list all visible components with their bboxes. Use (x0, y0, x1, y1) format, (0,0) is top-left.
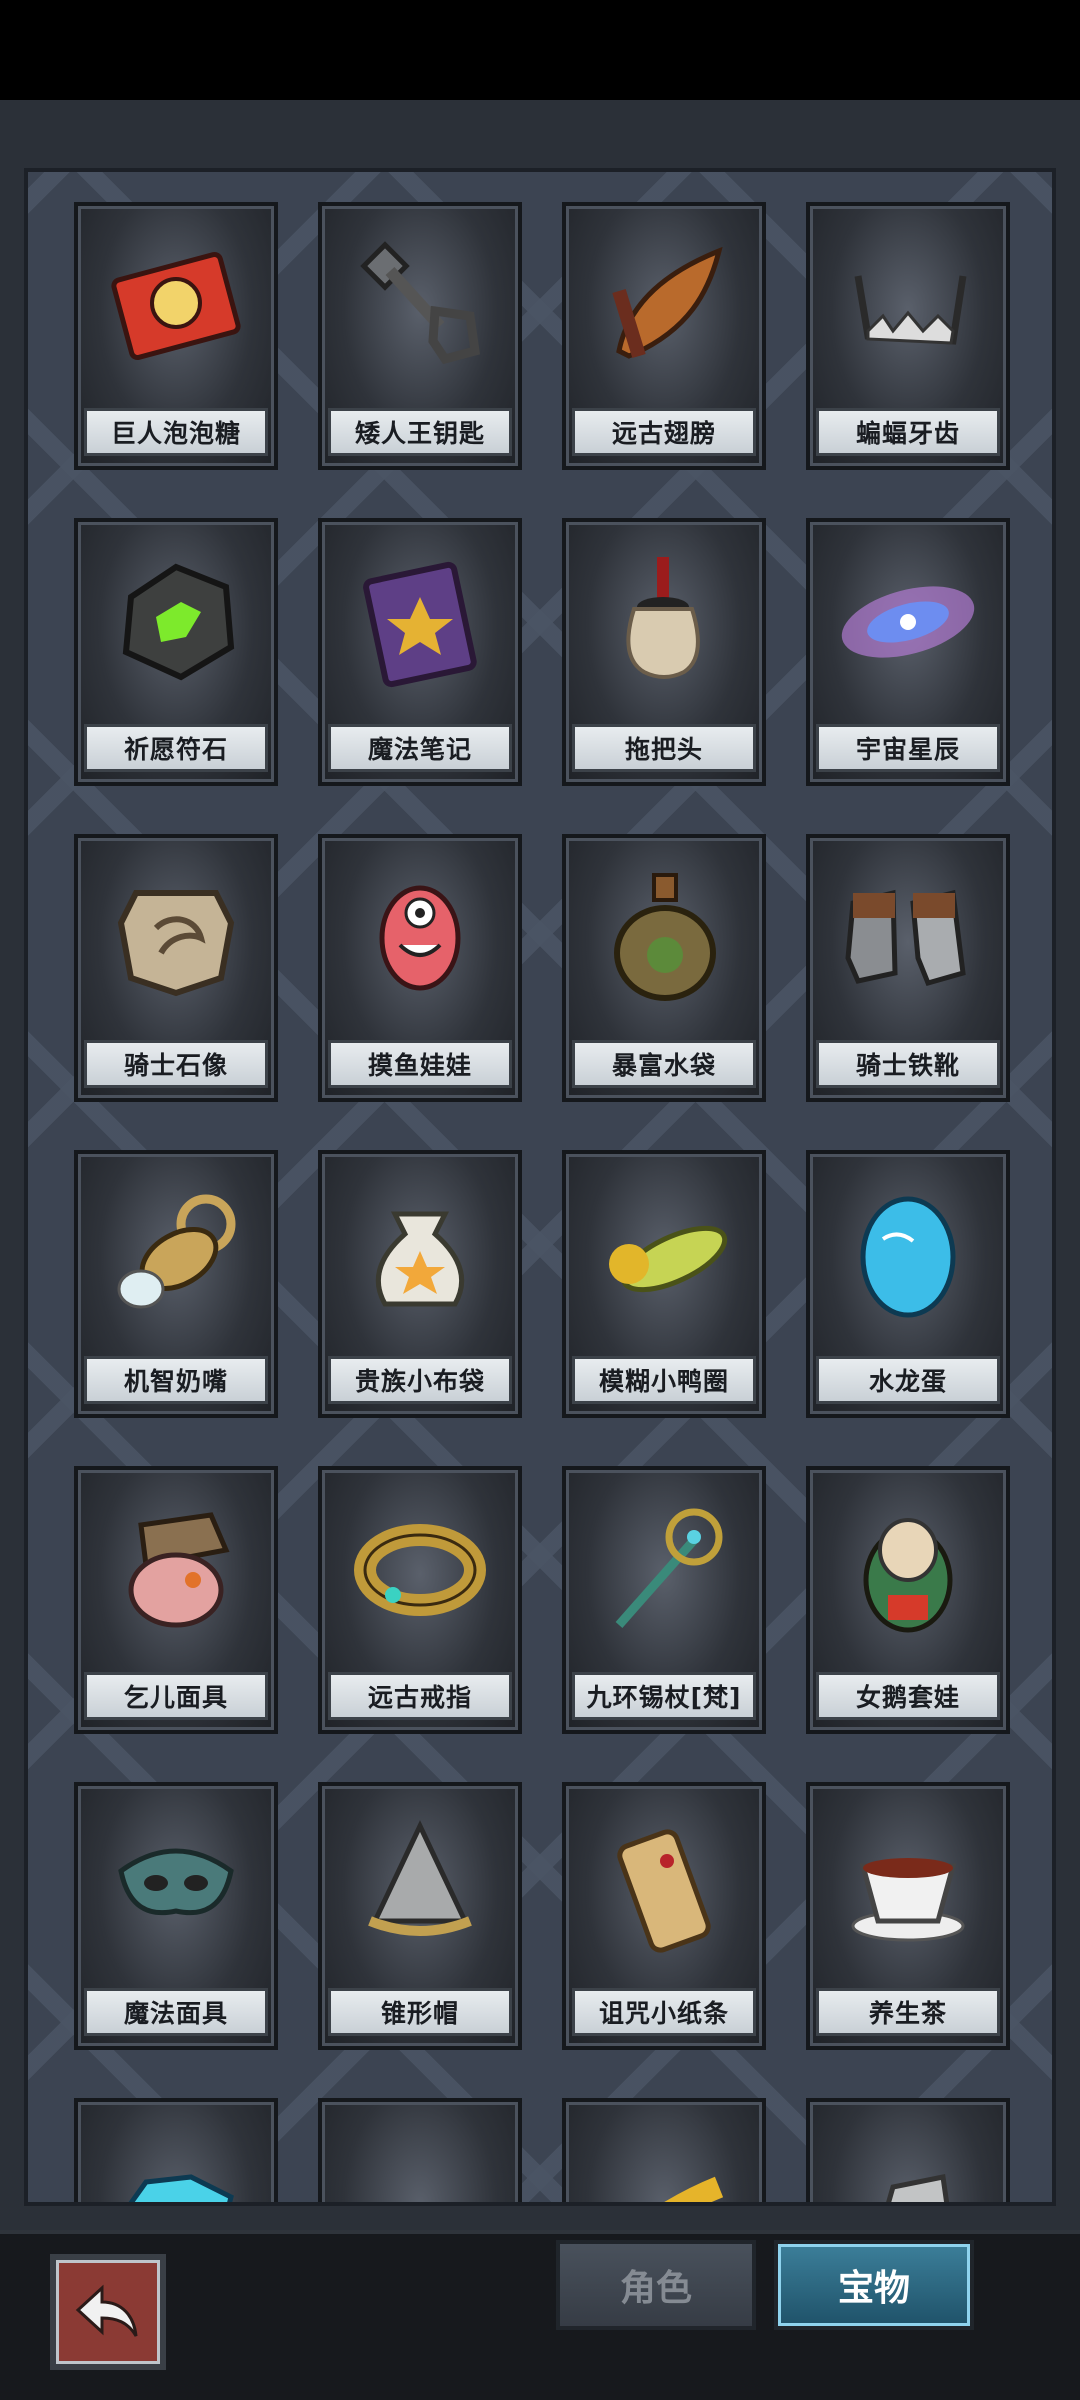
bat-teeth-icon (810, 206, 1006, 406)
treasure-card[interactable]: 机智奶嘴 (74, 1150, 278, 1418)
yellow-item-icon (566, 2102, 762, 2202)
knight-stone-icon (78, 838, 274, 1038)
treasure-name: 锥形帽 (328, 1988, 512, 2036)
water-flask-icon (566, 838, 762, 1038)
treasure-card[interactable]: 骑士石像 (74, 834, 278, 1102)
iron-boots-icon (810, 838, 1006, 1038)
treasure-card[interactable]: 骑士铁靴 (806, 834, 1010, 1102)
ancient-wing-icon (566, 206, 762, 406)
treasure-name: 巨人泡泡糖 (84, 408, 268, 456)
treasure-card[interactable]: 远古戒指 (318, 1466, 522, 1734)
treasure-card[interactable]: 贵族小布袋 (318, 1150, 522, 1418)
pacifier-icon (78, 1154, 274, 1354)
tea-cup-icon (810, 1786, 1006, 1986)
treasure-name: 暴富水袋 (572, 1040, 756, 1088)
duck-ring-icon (566, 1154, 762, 1354)
cloth-bag-icon (322, 1154, 518, 1354)
treasure-card[interactable] (562, 2098, 766, 2202)
treasure-panel[interactable]: 巨人泡泡糖 矮人王钥匙 远古翅膀 蝙蝠牙齿祈愿符石 魔法笔记 拖把头 宇宙星辰骑士石像 摸鱼娃… (24, 168, 1056, 2206)
cursed-scroll-icon (566, 1786, 762, 1986)
treasure-name: 骑士石像 (84, 1040, 268, 1088)
treasure-card[interactable]: 魔法笔记 (318, 518, 522, 786)
treasure-card[interactable]: 模糊小鸭圈 (562, 1150, 766, 1418)
treasure-card[interactable] (74, 2098, 278, 2202)
blue-crystal-icon (78, 2102, 274, 2202)
treasure-name: 骑士铁靴 (816, 1040, 1000, 1088)
treasure-name: 矮人王钥匙 (328, 408, 512, 456)
treasure-card[interactable]: 宇宙星辰 (806, 518, 1010, 786)
back-arrow-icon (75, 2284, 138, 2337)
treasure-card[interactable]: 矮人王钥匙 (318, 202, 522, 470)
treasure-card[interactable]: 暴富水袋 (562, 834, 766, 1102)
treasure-card[interactable]: 远古翅膀 (562, 202, 766, 470)
treasure-name: 魔法面具 (84, 1988, 268, 2036)
magic-mask-icon (78, 1786, 274, 1986)
mop-head-icon (566, 522, 762, 722)
status-bar (0, 0, 1080, 100)
treasure-name: 远古戒指 (328, 1672, 512, 1720)
treasure-card[interactable]: 水龙蛋 (806, 1150, 1010, 1418)
tab-treasure[interactable]: 宝物 (774, 2240, 974, 2330)
ancient-ring-icon (322, 1470, 518, 1670)
treasure-name: 魔法笔记 (328, 724, 512, 772)
nesting-doll-icon (810, 1470, 1006, 1670)
treasure-name: 九环锡杖[梵] (572, 1672, 756, 1720)
treasure-card[interactable]: 蝙蝠牙齿 (806, 202, 1010, 470)
treasure-name: 女鹅套娃 (816, 1672, 1000, 1720)
wish-rune-stone-icon (78, 522, 274, 722)
treasure-card[interactable]: 摸鱼娃娃 (318, 834, 522, 1102)
treasure-card[interactable]: 九环锡杖[梵] (562, 1466, 766, 1734)
treasure-card[interactable]: 乞儿面具 (74, 1466, 278, 1734)
knit-hat-icon (322, 2102, 518, 2202)
treasure-name: 蝙蝠牙齿 (816, 408, 1000, 456)
treasure-name: 养生茶 (816, 1988, 1000, 2036)
silver-item-icon (810, 2102, 1006, 2202)
treasure-name: 机智奶嘴 (84, 1356, 268, 1404)
treasure-name: 宇宙星辰 (816, 724, 1000, 772)
treasure-name: 远古翅膀 (572, 408, 756, 456)
treasure-name: 拖把头 (572, 724, 756, 772)
back-button[interactable] (50, 2254, 166, 2370)
treasure-name: 诅咒小纸条 (572, 1988, 756, 2036)
staff-icon (566, 1470, 762, 1670)
treasure-name: 水龙蛋 (816, 1356, 1000, 1404)
treasure-name: 模糊小鸭圈 (572, 1356, 756, 1404)
treasure-card[interactable]: 养生茶 (806, 1782, 1010, 2050)
treasure-card[interactable]: 祈愿符石 (74, 518, 278, 786)
beggar-mask-icon (78, 1470, 274, 1670)
treasure-name: 贵族小布袋 (328, 1356, 512, 1404)
treasure-name: 祈愿符石 (84, 724, 268, 772)
treasure-card[interactable]: 巨人泡泡糖 (74, 202, 278, 470)
bubble-gum-box-icon (78, 206, 274, 406)
galaxy-icon (810, 522, 1006, 722)
treasure-card[interactable]: 拖把头 (562, 518, 766, 786)
cone-helmet-icon (322, 1786, 518, 1986)
dwarf-key-icon (322, 206, 518, 406)
treasure-card[interactable] (806, 2098, 1010, 2202)
tab-role[interactable]: 角色 (556, 2240, 756, 2330)
treasure-card[interactable]: 魔法面具 (74, 1782, 278, 2050)
treasure-name: 摸鱼娃娃 (328, 1040, 512, 1088)
magic-book-icon (322, 522, 518, 722)
water-dragon-egg-icon (810, 1154, 1006, 1354)
treasure-card[interactable] (318, 2098, 522, 2202)
treasure-card[interactable]: 女鹅套娃 (806, 1466, 1010, 1734)
slacker-doll-icon (322, 838, 518, 1038)
treasure-name: 乞儿面具 (84, 1672, 268, 1720)
treasure-card[interactable]: 诅咒小纸条 (562, 1782, 766, 2050)
treasure-card[interactable]: 锥形帽 (318, 1782, 522, 2050)
